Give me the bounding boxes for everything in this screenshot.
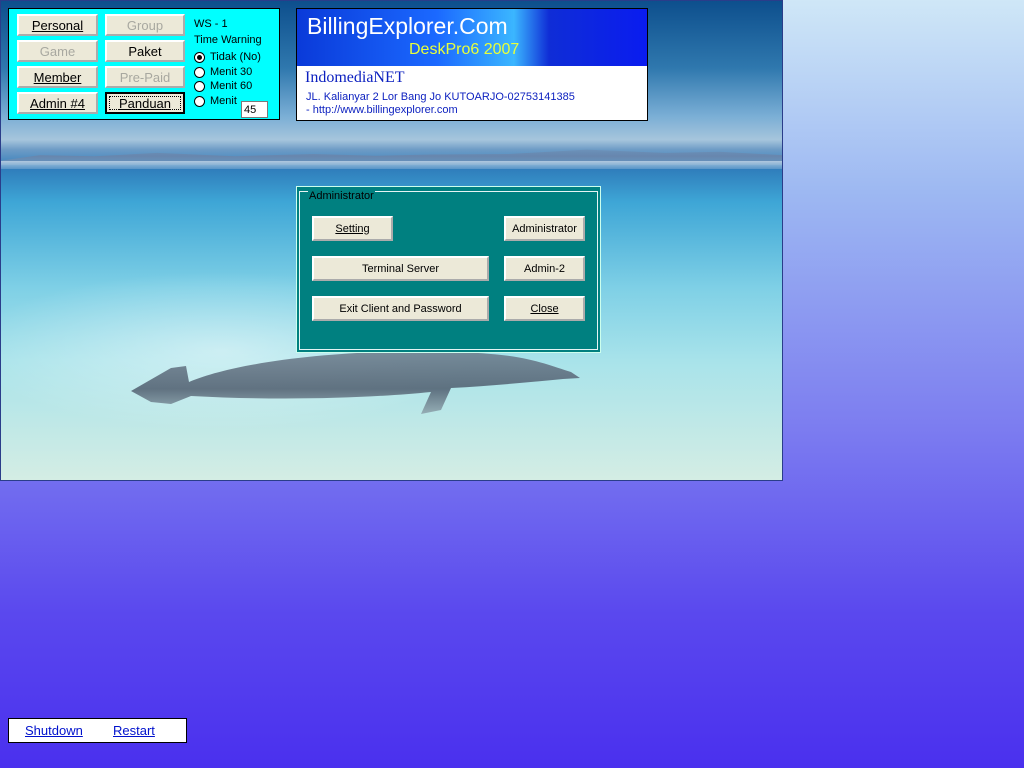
- radio-label: Menit 30: [210, 66, 253, 78]
- admin4-button[interactable]: Admin #4: [17, 92, 98, 114]
- admin2-button-label: Admin-2: [524, 262, 565, 275]
- group-button-label: Group: [126, 17, 164, 33]
- panduan-button-label: Panduan: [118, 95, 172, 111]
- paket-button-label: Paket: [128, 43, 162, 59]
- brand-edition: DeskPro6 2007: [409, 41, 520, 58]
- brand-header: BillingExplorer.Com DeskPro6 2007: [297, 9, 647, 66]
- horizon-line: [1, 161, 782, 169]
- control-panel: Personal Group Game Paket Member Pre-Pai…: [8, 8, 280, 120]
- group-label: Administrator: [308, 190, 375, 202]
- company-url: - http://www.billingexplorer.com: [306, 104, 458, 116]
- radio-option-30[interactable]: Menit 30: [194, 66, 252, 78]
- radio-option-no[interactable]: Tidak (No): [194, 51, 261, 63]
- radio-button[interactable]: [194, 95, 205, 107]
- workstation-label: WS - 1: [194, 18, 228, 30]
- personal-button[interactable]: Personal: [17, 14, 98, 36]
- radio-option-custom[interactable]: Menit: [194, 95, 237, 107]
- brand-banner: BillingExplorer.Com DeskPro6 2007 Indome…: [296, 8, 648, 121]
- member-button[interactable]: Member: [17, 66, 98, 88]
- radio-button[interactable]: [194, 80, 205, 92]
- custom-minutes-input[interactable]: [241, 101, 268, 118]
- setting-button-label: Setting: [335, 222, 370, 235]
- radio-option-60[interactable]: Menit 60: [194, 80, 252, 92]
- radio-label: Tidak (No): [210, 51, 261, 63]
- radio-label: Menit 60: [210, 80, 253, 92]
- game-button-label: Game: [39, 43, 76, 59]
- brand-name: BillingExplorer.Com: [307, 13, 508, 39]
- administrator-button-label: Administrator: [512, 222, 577, 235]
- admin2-button[interactable]: Admin-2: [504, 256, 585, 281]
- exit-client-button-label: Exit Client and Password: [339, 302, 462, 315]
- game-button[interactable]: Game: [17, 40, 98, 62]
- company-name: IndomediaNET: [305, 69, 405, 86]
- close-button[interactable]: Close: [504, 296, 585, 321]
- exit-client-button[interactable]: Exit Client and Password: [312, 296, 489, 321]
- power-box: Shutdown Restart: [8, 718, 187, 743]
- radio-button[interactable]: [194, 51, 205, 63]
- prepaid-button-label: Pre-Paid: [119, 69, 171, 85]
- radio-button[interactable]: [194, 66, 205, 78]
- time-warning-label: Time Warning: [194, 34, 262, 46]
- restart-link[interactable]: Restart: [113, 723, 155, 738]
- panduan-button[interactable]: Panduan: [105, 92, 185, 114]
- personal-button-label: Personal: [31, 17, 84, 33]
- paket-button[interactable]: Paket: [105, 40, 185, 62]
- terminal-server-button[interactable]: Terminal Server: [312, 256, 489, 281]
- terminal-server-button-label: Terminal Server: [361, 262, 440, 275]
- prepaid-button[interactable]: Pre-Paid: [105, 66, 185, 88]
- setting-button[interactable]: Setting: [312, 216, 393, 241]
- administrator-button[interactable]: Administrator: [504, 216, 585, 241]
- admin4-button-label: Admin #4: [30, 95, 85, 111]
- close-button-label: Close: [530, 302, 559, 315]
- radio-label: Menit: [210, 95, 237, 107]
- member-button-label: Member: [33, 69, 82, 85]
- administrator-dialog: Administrator Setting Administrator Term…: [296, 186, 601, 353]
- dolphin-image: [131, 351, 580, 414]
- shutdown-link[interactable]: Shutdown: [25, 723, 83, 738]
- company-address: JL. Kalianyar 2 Lor Bang Jo KUTOARJO-027…: [306, 91, 575, 103]
- group-button[interactable]: Group: [105, 14, 185, 36]
